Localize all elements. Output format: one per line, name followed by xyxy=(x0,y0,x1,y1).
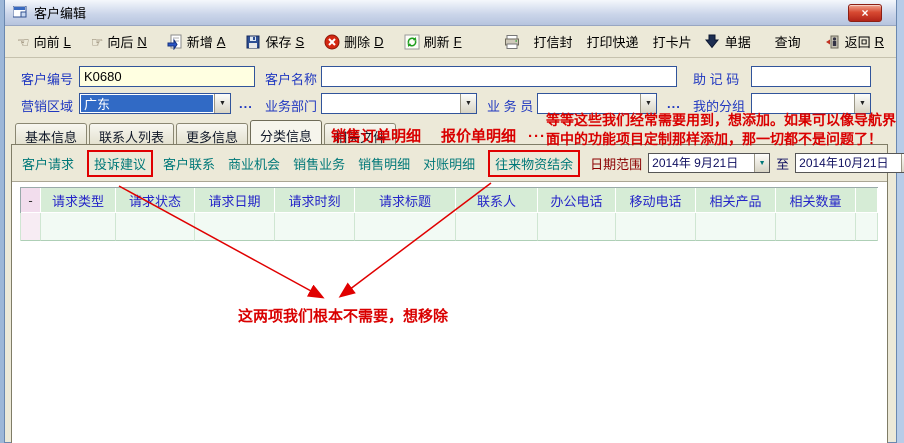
date-range-label: 日期范围 xyxy=(590,154,642,173)
customer-name-input[interactable] xyxy=(321,66,677,87)
col-contact[interactable]: 联系人 xyxy=(456,188,538,213)
forward-nav-button[interactable]: ☞ 向后N xyxy=(91,32,147,51)
print-envelope-button[interactable]: 打信封 xyxy=(534,32,573,51)
refresh-icon xyxy=(404,34,420,50)
region-combo[interactable]: 广东 ▼ xyxy=(79,93,231,114)
region-label: 营销区域 xyxy=(21,96,73,115)
mnemonic-input[interactable] xyxy=(751,66,871,87)
col-request-title[interactable]: 请求标题 xyxy=(355,188,456,213)
print-group: 打信封 打印快递 打卡片 xyxy=(504,32,692,51)
table-header-filler xyxy=(856,188,878,213)
down-arrow-icon xyxy=(705,34,721,50)
tab-more-info[interactable]: 更多信息 xyxy=(176,123,248,144)
close-icon: × xyxy=(861,6,868,20)
save-icon xyxy=(245,34,261,50)
customer-name-label: 客户名称 xyxy=(265,69,317,88)
print-card-button[interactable]: 打卡片 xyxy=(653,32,692,51)
close-button[interactable]: × xyxy=(848,4,882,22)
department-value xyxy=(322,94,460,113)
print-express-button[interactable]: 打印快递 xyxy=(587,32,639,51)
date-from-combo[interactable]: 2014年 9月21日 ▼ xyxy=(648,153,770,173)
annotation-remove-request: 这两项我们根本不需要，想移除 xyxy=(238,305,448,326)
subtab-complaint-suggestion[interactable]: 投诉建议 xyxy=(87,150,153,177)
window-icon xyxy=(13,6,28,19)
region-dropdown-arrow-icon[interactable]: ▼ xyxy=(214,94,230,113)
save-button[interactable]: 保存S xyxy=(245,32,304,51)
back-nav-button[interactable]: ☜ 向前L xyxy=(17,32,71,51)
annotation-quote-detail: 报价单明细 xyxy=(441,128,516,145)
date-range-separator: 至 xyxy=(776,154,789,173)
col-request-status[interactable]: 请求状态 xyxy=(116,188,195,213)
col-related-product[interactable]: 相关产品 xyxy=(696,188,776,213)
customer-no-input[interactable] xyxy=(79,66,255,87)
salesman-label: 业 务 员 xyxy=(487,96,533,115)
table-header-row: - 请求类型 请求状态 请求日期 请求时刻 请求标题 联系人 办公电话 移动电话… xyxy=(20,187,878,213)
region-value: 广东 xyxy=(81,95,213,112)
return-button[interactable]: 返回R xyxy=(825,32,884,51)
date-to-combo[interactable]: 2014年10月21日 ▼ xyxy=(795,153,904,173)
category-panel: 客户请求 投诉建议 客户联系 商业机会 销售业务 销售明细 对账明细 往来物资结… xyxy=(11,144,888,443)
annotation-missing-tabs: 销售订单明细报价单明细····· xyxy=(331,125,558,146)
table-corner-cell: - xyxy=(21,188,41,213)
col-request-date[interactable]: 请求日期 xyxy=(195,188,275,213)
query-button[interactable]: 查询 xyxy=(775,32,801,51)
printer-icon xyxy=(504,34,520,50)
department-combo[interactable]: ▼ xyxy=(321,93,477,114)
subtab-bar: 客户请求 投诉建议 客户联系 商业机会 销售业务 销售明细 对账明细 往来物资结… xyxy=(12,145,887,182)
new-icon xyxy=(167,34,183,50)
tab-category-info[interactable]: 分类信息 xyxy=(250,120,322,144)
subtab-sales-detail[interactable]: 销售明细 xyxy=(358,152,410,175)
toolbar: ☜ 向前L ☞ 向后N 新增A 保存S xyxy=(5,26,896,58)
col-mobile-phone[interactable]: 移动电话 xyxy=(616,188,696,213)
annotation-add-request: 等等这些我们经常需要用到，想添加。如果可以像导航界 面中的功能项目定制那样添加，… xyxy=(546,111,896,149)
department-dropdown-arrow-icon[interactable]: ▼ xyxy=(460,94,476,113)
request-table: - 请求类型 请求状态 请求日期 请求时刻 请求标题 联系人 办公电话 移动电话… xyxy=(20,187,878,241)
tab-basic-info[interactable]: 基本信息 xyxy=(15,123,87,144)
col-office-phone[interactable]: 办公电话 xyxy=(538,188,616,213)
mnemonic-label: 助 记 码 xyxy=(693,69,739,88)
date-to-value: 2014年10月21日 xyxy=(796,154,901,172)
screen: 客户编辑 × ☜ 向前L ☞ 向后N 新增A xyxy=(0,0,904,443)
col-request-time[interactable]: 请求时刻 xyxy=(275,188,355,213)
subtab-sales-business[interactable]: 销售业务 xyxy=(293,152,345,175)
date-range: 日期范围 2014年 9月21日 ▼ 至 2014年10月21日 ▼ xyxy=(590,153,904,173)
date-from-dropdown-arrow-icon[interactable]: ▼ xyxy=(754,154,769,172)
subtab-reconciliation-detail[interactable]: 对账明细 xyxy=(423,152,475,175)
region-ellipsis-button[interactable]: ... xyxy=(239,96,253,111)
subtab-business-opportunity[interactable]: 商业机会 xyxy=(228,152,280,175)
documents-button[interactable]: 单据 xyxy=(705,32,751,51)
hand-right-icon: ☞ xyxy=(91,34,104,50)
col-request-type[interactable]: 请求类型 xyxy=(41,188,116,213)
date-from-value: 2014年 9月21日 xyxy=(649,154,754,172)
hand-left-icon: ☜ xyxy=(17,34,30,50)
subtab-customer-contact[interactable]: 客户联系 xyxy=(163,152,215,175)
col-related-quantity[interactable]: 相关数量 xyxy=(776,188,856,213)
delete-icon xyxy=(324,34,340,50)
return-icon xyxy=(825,34,841,50)
table-empty-row[interactable] xyxy=(20,213,878,241)
new-button[interactable]: 新增A xyxy=(167,32,226,51)
salesman-ellipsis-button[interactable]: ... xyxy=(667,96,681,111)
titlebar: 客户编辑 × xyxy=(5,0,896,26)
subtab-customer-request[interactable]: 客户请求 xyxy=(22,152,74,175)
window-title: 客户编辑 xyxy=(34,3,86,22)
subtab-material-balance[interactable]: 往来物资结余 xyxy=(488,150,580,177)
refresh-button[interactable]: 刷新F xyxy=(404,32,462,51)
delete-button[interactable]: 删除D xyxy=(324,32,383,51)
customer-no-label: 客户编号 xyxy=(21,69,73,88)
annotation-sales-order-detail: 销售订单明细 xyxy=(331,128,421,145)
tab-contact-list[interactable]: 联系人列表 xyxy=(89,123,174,144)
department-label: 业务部门 xyxy=(265,96,317,115)
customer-edit-window: 客户编辑 × ☜ 向前L ☞ 向后N 新增A xyxy=(4,0,897,443)
